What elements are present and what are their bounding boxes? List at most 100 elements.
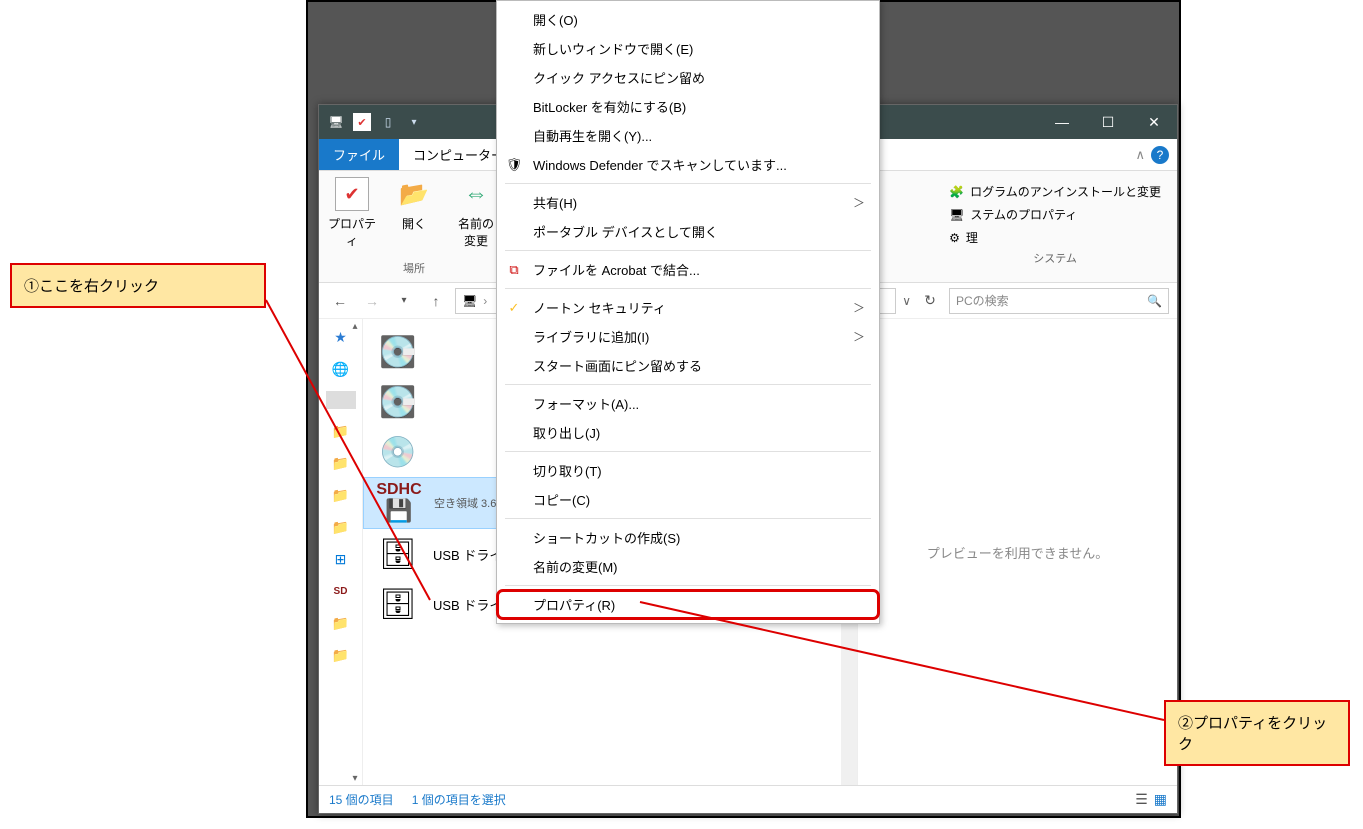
nav-globe-icon[interactable]: 🌐 bbox=[331, 359, 351, 379]
ctx-rename[interactable]: 名前の変更(M) bbox=[497, 552, 879, 581]
ctx-portable-device[interactable]: ポータブル デバイスとして開く bbox=[497, 217, 879, 246]
ctx-open-new-window[interactable]: 新しいウィンドウで開く(E) bbox=[497, 34, 879, 63]
ribbon-sysprops-button[interactable]: 🖥ステムのプロパティ bbox=[949, 206, 1161, 223]
minimize-button[interactable]: — bbox=[1039, 105, 1085, 139]
folder-open-icon: 📂 bbox=[397, 177, 431, 211]
ctx-pin-start-label: スタート画面にピン留めする bbox=[533, 356, 702, 375]
nav-history-dropdown[interactable]: ▾ bbox=[391, 288, 417, 314]
quick-access-toolbar: ✔ ▯ ▾ bbox=[319, 113, 423, 131]
ribbon-rename-label1: 名前の bbox=[458, 215, 494, 232]
ctx-copy[interactable]: コピー(C) bbox=[497, 485, 879, 514]
status-item-count: 15 個の項目 bbox=[329, 791, 394, 808]
chevron-right-icon: ＞ bbox=[853, 328, 865, 345]
ribbon-open-button[interactable]: 📂 開く bbox=[389, 177, 439, 256]
ctx-share[interactable]: 共有(H)＞ bbox=[497, 188, 879, 217]
nav-folder1-icon[interactable]: 📁 bbox=[331, 421, 351, 441]
ctx-autoplay[interactable]: 自動再生を開く(Y)... bbox=[497, 121, 879, 150]
ctx-cut[interactable]: 切り取り(T) bbox=[497, 456, 879, 485]
properties-icon: ✔ bbox=[335, 177, 369, 211]
nav-sd-icon[interactable]: SD bbox=[331, 581, 351, 601]
qat-doc-icon[interactable]: ▯ bbox=[379, 113, 397, 131]
nav-windows-icon[interactable]: ⊞ bbox=[331, 549, 351, 569]
ctx-format[interactable]: フォーマット(A)... bbox=[497, 389, 879, 418]
ctx-properties[interactable]: プロパティ(R) bbox=[497, 590, 879, 619]
status-bar: 15 個の項目 1 個の項目を選択 ☰ ▦ bbox=[319, 785, 1177, 813]
addr-dropdown-icon[interactable]: ∨ bbox=[902, 294, 911, 308]
preview-pane: プレビューを利用できません。 bbox=[857, 319, 1177, 785]
ctx-eject[interactable]: 取り出し(J) bbox=[497, 418, 879, 447]
refresh-button[interactable]: ↻ bbox=[917, 288, 943, 314]
chevron-right-icon: ＞ bbox=[853, 299, 865, 316]
annotation-1-text: ①ここを右クリック bbox=[24, 278, 159, 295]
nav-desktop-icon[interactable] bbox=[326, 391, 356, 409]
nav-scroll-down[interactable]: ▾ bbox=[348, 771, 362, 785]
close-button[interactable]: ✕ bbox=[1131, 105, 1177, 139]
ctx-pin-start[interactable]: スタート画面にピン留めする bbox=[497, 351, 879, 380]
ctx-norton-label: ノートン セキュリティ bbox=[533, 298, 666, 317]
nav-folder6-icon[interactable]: 📁 bbox=[331, 645, 351, 665]
annotation-callout-1: ①ここを右クリック bbox=[10, 263, 266, 308]
addr-pc-icon bbox=[462, 294, 477, 308]
ctx-open[interactable]: 開く(O) bbox=[497, 5, 879, 34]
qat-check-icon[interactable]: ✔ bbox=[353, 113, 371, 131]
nav-forward-button[interactable]: → bbox=[359, 288, 385, 314]
ctx-properties-label: プロパティ(R) bbox=[533, 595, 615, 614]
search-input[interactable]: PCの検索 🔍 bbox=[949, 288, 1169, 314]
nav-scroll-up[interactable]: ▴ bbox=[348, 319, 362, 333]
qat-dropdown-icon[interactable]: ▾ bbox=[405, 113, 423, 131]
ctx-create-shortcut[interactable]: ショートカットの作成(S) bbox=[497, 523, 879, 552]
ctx-pin-quick-label: クイック アクセスにピン留め bbox=[533, 68, 705, 87]
ribbon-properties-button[interactable]: ✔ プロパティ bbox=[327, 177, 377, 256]
ribbon-group-system: 🧩ログラムのアンインストールと変更 🖥ステムのプロパティ ⚙理 システム bbox=[933, 171, 1177, 282]
ctx-pin-quick-access[interactable]: クイック アクセスにピン留め bbox=[497, 63, 879, 92]
ctx-norton[interactable]: ✓ ノートン セキュリティ ＞ bbox=[497, 293, 879, 322]
nav-up-button[interactable]: ↑ bbox=[423, 288, 449, 314]
ribbon-uninstall-button[interactable]: 🧩ログラムのアンインストールと変更 bbox=[949, 183, 1161, 200]
chevron-right-icon: ＞ bbox=[853, 194, 865, 211]
ribbon-rename-label2: 変更 bbox=[464, 232, 488, 249]
ctx-sep-3 bbox=[505, 288, 871, 289]
annotation-callout-2: ②プロパティをクリック bbox=[1164, 700, 1350, 766]
ribbon-sysprops-label: ステムのプロパティ bbox=[970, 206, 1077, 223]
help-icon[interactable]: ? bbox=[1151, 146, 1169, 164]
ctx-copy-label: コピー(C) bbox=[533, 490, 590, 509]
pc-icon bbox=[327, 113, 345, 131]
ctx-autoplay-label: 自動再生を開く(Y)... bbox=[533, 126, 652, 145]
nav-folder4-icon[interactable]: 📁 bbox=[331, 517, 351, 537]
ctx-sep-2 bbox=[505, 250, 871, 251]
maximize-button[interactable]: ☐ bbox=[1085, 105, 1131, 139]
ctx-add-library[interactable]: ライブラリに追加(I) ＞ bbox=[497, 322, 879, 351]
norton-icon: ✓ bbox=[505, 300, 523, 316]
acrobat-icon: ⧉ bbox=[505, 262, 523, 278]
view-tiles-icon[interactable]: ▦ bbox=[1154, 791, 1167, 808]
nav-folder5-icon[interactable]: 📁 bbox=[331, 613, 351, 633]
ribbon-manage-button[interactable]: ⚙理 bbox=[949, 229, 1161, 246]
ctx-bitlocker[interactable]: BitLocker を有効にする(B) bbox=[497, 92, 879, 121]
navigation-pane[interactable]: ▴ ★ 🌐 📁 📁 📁 📁 ⊞ SD 📁 📁 ▾ bbox=[319, 319, 363, 785]
ctx-sep-7 bbox=[505, 585, 871, 586]
ribbon-properties-label: プロパティ bbox=[327, 215, 377, 249]
addr-chevron-icon: › bbox=[483, 294, 487, 308]
ribbon-manage-label: 理 bbox=[966, 229, 978, 246]
collapse-ribbon-icon[interactable]: ∧ bbox=[1135, 147, 1145, 163]
ribbon-rename-button[interactable]: ⇔ 名前の 変更 bbox=[451, 177, 501, 256]
ctx-sep-6 bbox=[505, 518, 871, 519]
ctx-eject-label: 取り出し(J) bbox=[533, 423, 600, 442]
nav-folder2-icon[interactable]: 📁 bbox=[331, 453, 351, 473]
ctx-defender-scan[interactable]: 🛡Windows Defender でスキャンしています... bbox=[497, 150, 879, 179]
ctx-sep-4 bbox=[505, 384, 871, 385]
ctx-open-label: 開く(O) bbox=[533, 10, 578, 29]
ctx-rename-label: 名前の変更(M) bbox=[533, 557, 618, 576]
view-details-icon[interactable]: ☰ bbox=[1135, 791, 1148, 808]
context-menu: 開く(O) 新しいウィンドウで開く(E) クイック アクセスにピン留め BitL… bbox=[496, 0, 880, 624]
ctx-acrobat-combine[interactable]: ⧉ファイルを Acrobat で結合... bbox=[497, 255, 879, 284]
tab-file[interactable]: ファイル bbox=[319, 139, 399, 170]
nav-back-button[interactable]: ← bbox=[327, 288, 353, 314]
ctx-defender-label: Windows Defender でスキャンしています... bbox=[533, 155, 787, 174]
usb-h-icon: 🗄 bbox=[375, 535, 421, 573]
uninstall-icon: 🧩 bbox=[949, 185, 964, 199]
nav-folder3-icon[interactable]: 📁 bbox=[331, 485, 351, 505]
ctx-library-label: ライブラリに追加(I) bbox=[533, 327, 649, 346]
drive-bd-icon: 💿 bbox=[375, 433, 421, 471]
ctx-sep-5 bbox=[505, 451, 871, 452]
